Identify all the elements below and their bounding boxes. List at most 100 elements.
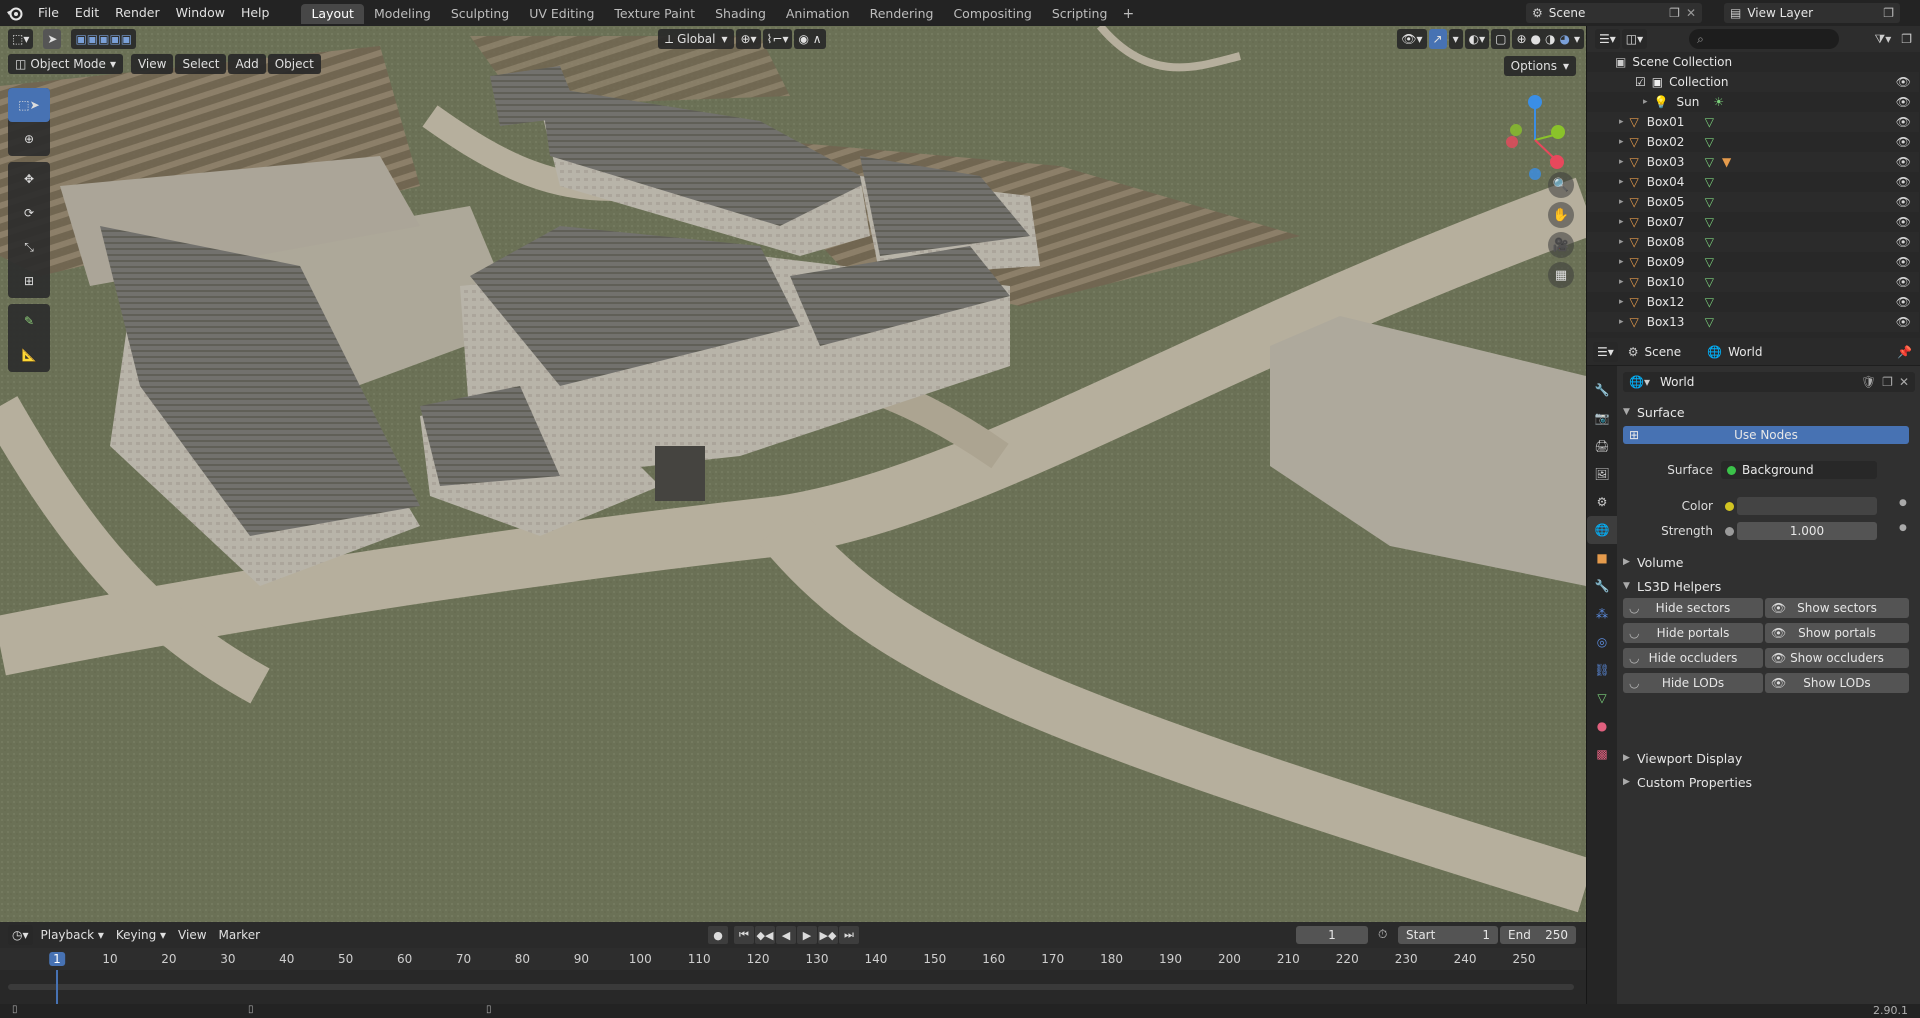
frame-ruler[interactable]: 1 10 20 30 40 50 60 70 80 90 100 110 120 130 140 150 160…	[0, 948, 1586, 970]
timeline-scrollbar[interactable]	[8, 984, 1574, 990]
tab-view-layer[interactable]: 🖼	[1587, 460, 1617, 488]
cursor-tool[interactable]: ⊕	[8, 122, 50, 156]
menu-object[interactable]: Object	[267, 54, 321, 74]
outliner-row-object[interactable]: ▸ ▽ Box13 ▽ 👁	[1587, 312, 1919, 332]
menu-view[interactable]: View	[130, 54, 174, 74]
expand-arrow-icon[interactable]: ▸	[1643, 97, 1648, 107]
outliner-row-object[interactable]: ▸ ▽ Box08 ▽ 👁	[1587, 232, 1919, 252]
gizmo-dropdown[interactable]: ▾	[1448, 29, 1463, 49]
tab-output[interactable]: 🖨	[1587, 432, 1617, 460]
ls3d-hide-button[interactable]: ◡ Hide LODs	[1623, 673, 1763, 693]
expand-arrow-icon[interactable]: ▸	[1619, 157, 1624, 167]
panel-surface-header[interactable]: ▼ Surface	[1623, 400, 1685, 424]
ls3d-hide-button[interactable]: ◡ Hide portals	[1623, 623, 1763, 643]
tab-physics[interactable]: ◎	[1587, 628, 1617, 656]
proportional-edit-button[interactable]: ◉ ∧	[794, 29, 826, 49]
menu-help[interactable]: Help	[233, 3, 278, 23]
expand-arrow-icon[interactable]: ▸	[1619, 217, 1624, 227]
next-keyframe-button[interactable]: ▶◆	[818, 926, 838, 944]
visibility-button[interactable]: 👁▾	[1397, 29, 1427, 49]
eye-icon[interactable]: 👁	[1896, 195, 1911, 209]
scene-selector[interactable]: ⚙ Scene ❐ ✕	[1526, 3, 1702, 23]
eye-icon[interactable]: 👁	[1896, 115, 1911, 129]
strength-field[interactable]: 1.000	[1737, 522, 1877, 540]
expand-arrow-icon[interactable]: ▸	[1619, 117, 1624, 127]
world-datablock-selector[interactable]: 🌐▾ World 🛡 ❐ ✕	[1623, 372, 1915, 392]
tab-material[interactable]: ●	[1587, 712, 1617, 740]
outliner-row-object[interactable]: ▸ ▽ Box01 ▽ 👁	[1587, 112, 1919, 132]
outliner-row-object[interactable]: ▸ ▽ Box03 ▽ ▼ 👁	[1587, 152, 1919, 172]
select-mode-buttons[interactable]: ▣▣▣▣▣	[71, 29, 137, 49]
tab-tool[interactable]: 🔧	[1587, 376, 1617, 404]
3d-viewport[interactable]: ⬚▾ ➤ ▣▣▣▣▣ ⟂ Global ▾ ⊕▾ ⌇⌐▾ ◉ ∧ 👁▾ ↗ ▾ …	[0, 26, 1586, 922]
timeline-editor-type[interactable]: ◷▾	[8, 925, 33, 945]
fake-user-icon[interactable]: 🛡	[1861, 375, 1876, 389]
ls3d-show-button[interactable]: 👁 Show LODs	[1765, 673, 1909, 693]
prev-keyframe-button[interactable]: ◆◀	[755, 926, 775, 944]
close-icon[interactable]: ✕	[1899, 375, 1909, 389]
jump-end-button[interactable]: ⏭	[839, 926, 859, 944]
new-collection-icon[interactable]: ❐	[1901, 32, 1912, 46]
eye-icon[interactable]: 👁	[1896, 95, 1911, 109]
ls3d-show-button[interactable]: 👁 Show sectors	[1765, 598, 1909, 618]
pivot-button[interactable]: ⊕▾	[736, 29, 761, 49]
outliner-row-object[interactable]: ▸ ▽ Box04 ▽ 👁	[1587, 172, 1919, 192]
outliner-row-object[interactable]: ▸ ▽ Box09 ▽ 👁	[1587, 252, 1919, 272]
add-workspace-button[interactable]: +	[1117, 4, 1139, 24]
gizmo-toggle-button[interactable]: ↗	[1428, 29, 1447, 49]
tab-world[interactable]: 🌐	[1587, 516, 1617, 544]
eye-icon[interactable]: 👁	[1896, 255, 1911, 269]
select-box-button[interactable]: ➤	[43, 29, 62, 49]
filter-icon[interactable]: ⧩▾	[1875, 32, 1892, 47]
eye-icon[interactable]: 👁	[1896, 295, 1911, 309]
use-nodes-button[interactable]: ⊞ Use Nodes	[1623, 426, 1909, 444]
tab-sculpting[interactable]: Sculpting	[441, 4, 519, 24]
expand-arrow-icon[interactable]: ▸	[1619, 297, 1624, 307]
outliner-row-collection[interactable]: ☑ ▣ Collection 👁	[1587, 72, 1919, 92]
mode-dropdown[interactable]: ◫ Object Mode ▾	[8, 54, 123, 74]
outliner-row-scene-collection[interactable]: ▣ Scene Collection	[1587, 52, 1919, 72]
tab-render[interactable]: 📷	[1587, 404, 1617, 432]
eye-icon[interactable]: 👁	[1896, 175, 1911, 189]
blender-logo-icon[interactable]	[0, 0, 30, 26]
move-tool[interactable]: ✥	[8, 162, 50, 196]
outliner-row-object[interactable]: ▸ ▽ Box02 ▽ 👁	[1587, 132, 1919, 152]
xray-button[interactable]: ▢	[1491, 29, 1511, 49]
orientation-dropdown[interactable]: ⟂ Global ▾	[658, 29, 735, 49]
eye-icon[interactable]: 👁	[1896, 275, 1911, 289]
tab-shading[interactable]: Shading	[705, 4, 776, 24]
expand-arrow-icon[interactable]: ▸	[1619, 177, 1624, 187]
tab-modeling[interactable]: Modeling	[364, 4, 441, 24]
expand-arrow-icon[interactable]: ▸	[1619, 277, 1624, 287]
menu-playback[interactable]: Playback ▾	[35, 928, 110, 942]
current-frame-field[interactable]: 1	[1296, 926, 1368, 944]
panel-custom-properties-header[interactable]: ▶ Custom Properties	[1623, 770, 1752, 794]
outliner-row-object[interactable]: ▸ ▽ Box12 ▽ 👁	[1587, 292, 1919, 312]
properties-editor-type[interactable]: ☰▾	[1593, 341, 1618, 362]
outliner-search-input[interactable]: ⌕	[1689, 29, 1840, 49]
editor-type-button[interactable]: ⬚▾	[8, 29, 34, 49]
menu-window[interactable]: Window	[168, 3, 233, 23]
tab-rendering[interactable]: Rendering	[860, 4, 944, 24]
pin-icon[interactable]: 📌	[1897, 345, 1912, 359]
view-layer-selector[interactable]: ▤ View Layer ❐	[1724, 3, 1900, 23]
expand-arrow-icon[interactable]: ▸	[1619, 257, 1624, 267]
expand-arrow-icon[interactable]: ▸	[1619, 237, 1624, 247]
menu-marker[interactable]: Marker	[213, 928, 266, 942]
keyframe-dot-icon[interactable]: ●	[1899, 523, 1907, 533]
display-mode-dropdown[interactable]: ◫▾	[1621, 29, 1648, 49]
tab-constraints[interactable]: ⛓	[1587, 656, 1617, 684]
tab-scripting[interactable]: Scripting	[1042, 4, 1118, 24]
shading-buttons[interactable]: ⊕ ● ◑ ◕ ▾	[1512, 29, 1584, 49]
stopwatch-icon[interactable]: ⏱	[1378, 927, 1387, 942]
copy-icon[interactable]: ❐	[1882, 375, 1893, 389]
menu-edit[interactable]: Edit	[67, 3, 107, 23]
measure-tool[interactable]: 📐	[8, 338, 50, 372]
menu-add[interactable]: Add	[228, 54, 266, 74]
perspective-toggle-button[interactable]: ▦	[1548, 262, 1574, 288]
panel-viewport-display-header[interactable]: ▶ Viewport Display	[1623, 746, 1742, 770]
eye-icon[interactable]: 👁	[1896, 135, 1911, 149]
play-reverse-button[interactable]: ◀	[776, 926, 796, 944]
options-dropdown[interactable]: Options ▾	[1503, 56, 1576, 76]
outliner-row-object[interactable]: ▸ ▽ Box05 ▽ 👁	[1587, 192, 1919, 212]
